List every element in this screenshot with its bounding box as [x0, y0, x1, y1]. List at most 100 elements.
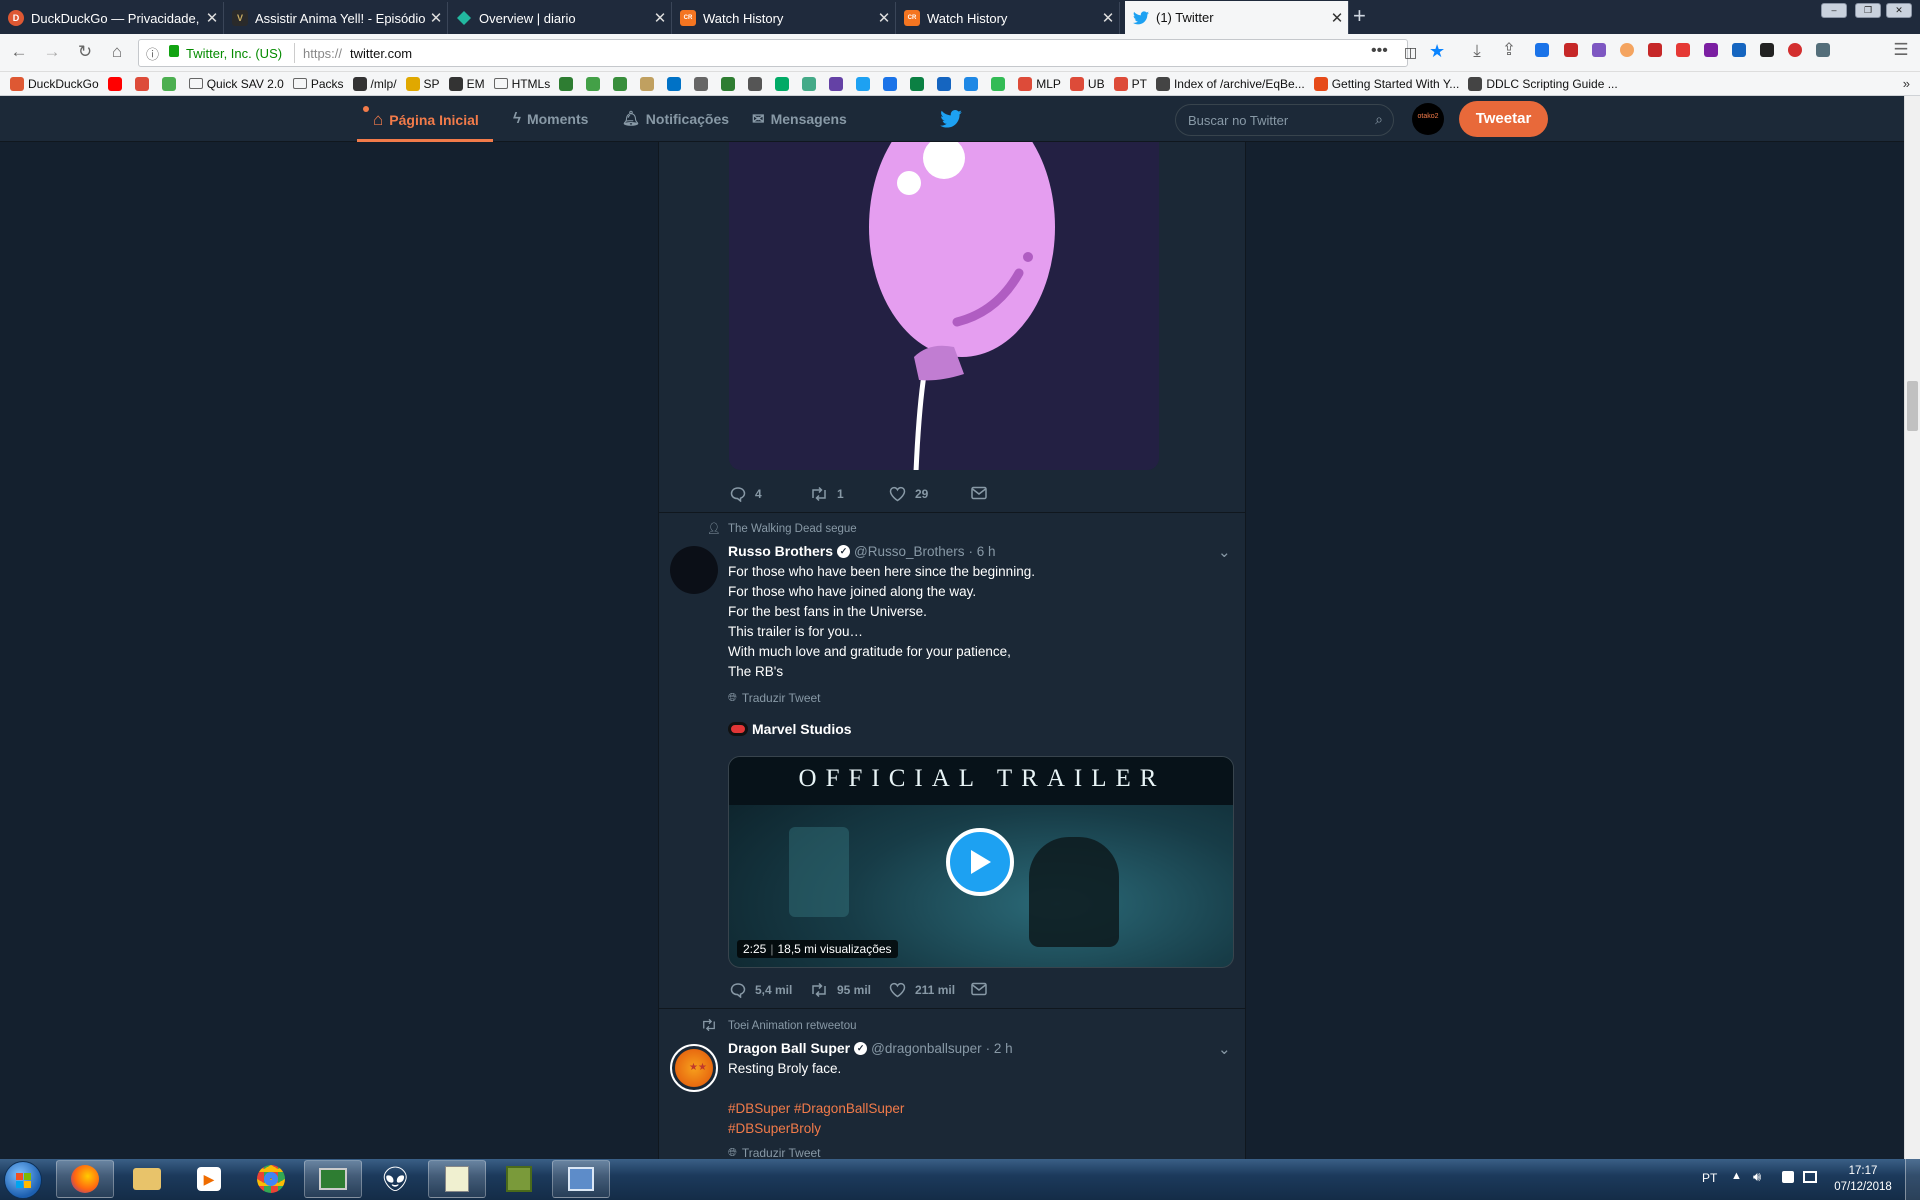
bookmark-item[interactable]: [721, 76, 739, 91]
bookmark-item[interactable]: [802, 76, 820, 91]
minimize-button[interactable]: –: [1821, 3, 1847, 18]
bookmark-item[interactable]: [640, 76, 658, 91]
taskbar-firefox[interactable]: [56, 1160, 114, 1198]
page-actions-icon[interactable]: •••: [1371, 42, 1388, 60]
site-identity[interactable]: Twitter, Inc. (US): [186, 46, 282, 61]
extension-icon[interactable]: [1648, 43, 1662, 57]
avatar[interactable]: ★★: [670, 1044, 718, 1092]
close-tab-icon[interactable]: ✕: [873, 9, 895, 27]
video-player[interactable]: OFFICIAL TRAILER 2:25 | 18,5 mi visualiz…: [728, 756, 1234, 968]
library-icon[interactable]: ⇪: [1498, 40, 1520, 60]
taskbar-control-panel[interactable]: [552, 1160, 610, 1198]
tweet-image[interactable]: [729, 142, 1159, 470]
extension-icon[interactable]: [1676, 43, 1690, 57]
language-indicator[interactable]: PT: [1702, 1171, 1717, 1185]
bookmark-item[interactable]: [161, 76, 180, 91]
tab-anima-yell[interactable]: V Assistir Anima Yell! - Episódio 8 ✕: [224, 2, 448, 34]
close-tab-icon[interactable]: ✕: [1326, 9, 1348, 27]
bookmark-item[interactable]: EM: [448, 76, 485, 91]
extension-icon[interactable]: [1704, 43, 1718, 57]
close-tab-icon[interactable]: ✕: [1097, 9, 1119, 27]
bookmark-item[interactable]: HTMLs: [493, 77, 550, 91]
bookmark-item[interactable]: Packs: [292, 77, 344, 91]
chevron-down-icon[interactable]: ⌄: [1218, 1040, 1231, 1058]
bookmark-item[interactable]: [748, 76, 766, 91]
bookmark-item[interactable]: [694, 76, 712, 91]
bookmark-star-icon[interactable]: ★: [1429, 41, 1445, 62]
volume-icon[interactable]: 🔊︎: [1753, 1169, 1761, 1185]
reply-action[interactable]: 4: [730, 486, 762, 502]
taskbar-minecraft[interactable]: [490, 1160, 548, 1198]
bookmark-item[interactable]: [613, 76, 631, 91]
forward-button[interactable]: →: [41, 42, 63, 62]
profile-avatar[interactable]: otako2: [1412, 103, 1444, 135]
close-window-button[interactable]: ✕: [1886, 3, 1912, 18]
tab-watch-history-2[interactable]: CR Watch History ✕: [896, 2, 1120, 34]
extension-icon[interactable]: [1535, 43, 1549, 57]
nav-messages[interactable]: ✉ Mensagens: [752, 110, 847, 128]
tab-duckduckgo[interactable]: D DuckDuckGo — Privacidade, si ✕: [0, 2, 224, 34]
close-tab-icon[interactable]: ✕: [201, 9, 223, 27]
search-input[interactable]: Buscar no Twitter ⌕: [1175, 104, 1394, 136]
bookmark-item[interactable]: [667, 76, 685, 91]
bookmark-item[interactable]: SP: [405, 76, 440, 91]
bookmark-item[interactable]: [856, 76, 874, 91]
extension-icon[interactable]: [1760, 43, 1774, 57]
close-tab-icon[interactable]: ✕: [649, 9, 671, 27]
retweet-action[interactable]: 1: [810, 486, 844, 502]
tab-overview-diario[interactable]: Overview | diario ✕: [448, 2, 672, 34]
show-hidden-icons[interactable]: ▲: [1731, 1170, 1742, 1182]
new-tab-button[interactable]: +: [1353, 3, 1366, 29]
back-button[interactable]: ←: [8, 42, 30, 62]
translate-tweet-link[interactable]: 🌐︎ Traduzir Tweet: [728, 1146, 821, 1159]
bookmark-item[interactable]: [107, 76, 126, 91]
nav-moments[interactable]: ϟ Moments: [513, 110, 588, 127]
show-desktop-button[interactable]: [1905, 1159, 1920, 1200]
avatar[interactable]: [670, 546, 718, 594]
hashtags[interactable]: #DBSuper #DragonBallSuper: [728, 1099, 1228, 1119]
bookmark-item[interactable]: Quick SAV 2.0: [188, 77, 284, 91]
extension-icon[interactable]: [1816, 43, 1830, 57]
direct-message-action[interactable]: [971, 486, 996, 500]
extension-icon[interactable]: [1788, 43, 1802, 57]
like-action[interactable]: 29: [889, 486, 928, 502]
taskbar-notepad[interactable]: [428, 1160, 486, 1198]
bookmark-item[interactable]: DDLC Scripting Guide ...: [1468, 76, 1618, 91]
close-tab-icon[interactable]: ✕: [425, 9, 447, 27]
play-button[interactable]: [946, 828, 1014, 896]
url-text[interactable]: twitter.com: [350, 46, 412, 61]
taskbar-media-player[interactable]: ▶: [180, 1160, 238, 1198]
extension-icon[interactable]: [1732, 43, 1746, 57]
bookmarks-overflow-icon[interactable]: »: [1903, 76, 1910, 91]
tweet-context[interactable]: Toei Animation retweetou: [728, 1020, 857, 1032]
translate-tweet-link[interactable]: 🌐︎ Traduzir Tweet: [728, 691, 821, 705]
chevron-down-icon[interactable]: ⌄: [1218, 543, 1231, 561]
bookmark-item[interactable]: UB: [1069, 76, 1105, 91]
network-icon[interactable]: [1803, 1171, 1817, 1183]
info-icon[interactable]: ⓘ: [146, 44, 159, 63]
extension-icon[interactable]: [1564, 43, 1578, 57]
bookmark-item[interactable]: [910, 76, 928, 91]
tweet-context[interactable]: The Walking Dead segue: [728, 523, 857, 535]
start-button[interactable]: [4, 1161, 42, 1199]
bookmark-item[interactable]: [586, 76, 604, 91]
bookmark-item[interactable]: [937, 76, 955, 91]
bookmark-item[interactable]: [775, 76, 793, 91]
tweet-time[interactable]: · 2 h: [986, 1041, 1013, 1056]
author-name[interactable]: Dragon Ball Super: [728, 1040, 850, 1056]
bookmark-item[interactable]: [964, 76, 982, 91]
tweet-time[interactable]: · 6 h: [969, 544, 996, 559]
maximize-button[interactable]: ❐: [1855, 3, 1881, 18]
bookmark-item[interactable]: [991, 76, 1009, 91]
downloads-icon[interactable]: ⤓: [1466, 41, 1488, 61]
taskbar-explorer[interactable]: [118, 1160, 176, 1198]
twitter-logo-icon[interactable]: [940, 110, 962, 131]
taskbar-terminal[interactable]: [304, 1160, 362, 1198]
hashtags[interactable]: #DBSuperBroly: [728, 1119, 1228, 1139]
extension-icon[interactable]: [1592, 43, 1606, 57]
reply-action[interactable]: 5,4 mil: [730, 982, 792, 998]
extension-icon[interactable]: [1620, 43, 1634, 57]
reload-button[interactable]: ↻: [74, 42, 96, 62]
bookmark-item[interactable]: /mlp/: [352, 76, 397, 91]
video-source[interactable]: Marvel Studios: [728, 721, 852, 737]
